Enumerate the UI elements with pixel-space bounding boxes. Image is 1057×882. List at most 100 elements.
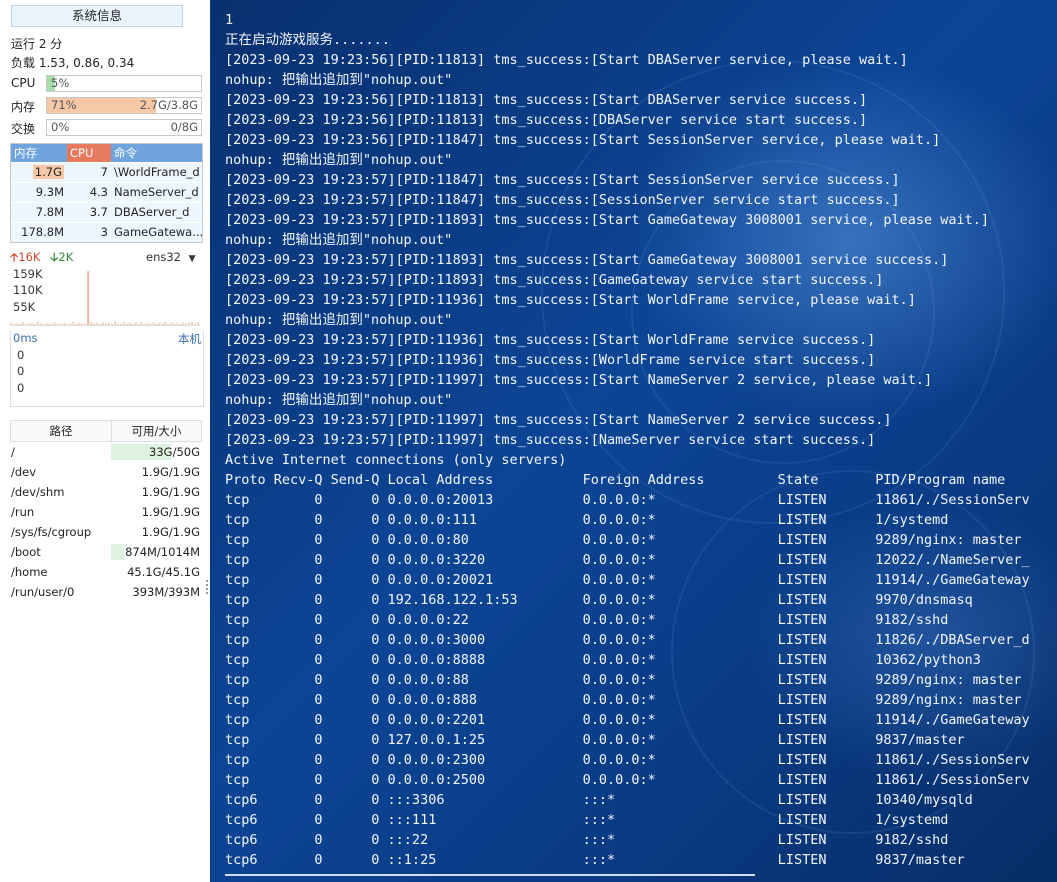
- traffic-bar: [96, 322, 99, 325]
- disk-path: /sys/fs/cgroup: [11, 525, 92, 539]
- traffic-bar: [33, 323, 36, 325]
- terminal-output[interactable]: 1 正在启动游戏服务....... [2023-09-23 19:23:56][PI…: [211, 0, 1057, 882]
- table-row[interactable]: 1.7G 7 \WorldFrame_d: [11, 162, 202, 182]
- disk-size-text: 45.1G/45.1G: [127, 565, 200, 579]
- load-average-text: 负载 1.53, 0.86, 0.34: [11, 56, 135, 70]
- column-header-command[interactable]: 命令: [111, 144, 202, 162]
- traffic-bar: [24, 323, 27, 325]
- terminal-line: tcp 0 0 0.0.0.0:8888 0.0.0.0:* LISTEN 10…: [225, 652, 981, 668]
- terminal-line: tcp6 0 0 :::3306 :::* LISTEN 10340/mysql…: [225, 792, 973, 808]
- terminal-line: [2023-09-23 19:23:57][PID:11936] tms_suc…: [225, 332, 876, 348]
- traffic-bar: [167, 323, 170, 325]
- graph-y-label: 110K: [13, 283, 43, 297]
- traffic-bar: [125, 323, 128, 325]
- terminal-line: tcp 0 0 0.0.0.0:22 0.0.0.0:* LISTEN 9182…: [225, 612, 949, 628]
- column-header-path[interactable]: 路径: [11, 421, 112, 441]
- cpu-meter: 5%: [46, 75, 202, 92]
- process-command: NameServer_d: [114, 185, 199, 199]
- disk-size: 1.9G/1.9G: [111, 502, 202, 522]
- column-header-size[interactable]: 可用/大小: [112, 421, 201, 441]
- table-row[interactable]: 178.8M 3 GameGatewa...: [11, 222, 202, 242]
- traffic-bar: [122, 322, 125, 325]
- disk-path: /dev/shm: [11, 485, 65, 499]
- traffic-bar: [134, 322, 137, 325]
- terminal-line: [2023-09-23 19:23:56][PID:11847] tms_suc…: [225, 132, 941, 148]
- system-info-panel: 系统信息 运行 2 分 负载 1.53, 0.86, 0.34 CPU 5% 内…: [0, 0, 210, 882]
- traffic-bar: [66, 323, 69, 325]
- traffic-bar: [146, 322, 149, 325]
- process-memory: 9.3M: [35, 185, 64, 199]
- uptime-text: 运行 2 分: [11, 37, 63, 51]
- table-row[interactable]: /home 45.1G/45.1G: [10, 562, 202, 582]
- memory-meter: 71% 2.7G/3.8G: [46, 97, 202, 114]
- traffic-bar: [197, 322, 199, 325]
- terminal-line: nohup: 把输出追加到"nohup.out": [225, 392, 453, 408]
- terminal-separator-line: [225, 874, 755, 882]
- disk-usage-bar: [111, 544, 124, 560]
- traffic-bar: [110, 323, 113, 325]
- traffic-bar: [140, 321, 143, 325]
- traffic-bar: [90, 322, 93, 325]
- terminal-line: nohup: 把输出追加到"nohup.out": [225, 152, 453, 168]
- terminal-line: 1: [225, 12, 234, 28]
- terminal-line: [2023-09-23 19:23:57][PID:11847] tms_suc…: [225, 172, 900, 188]
- traffic-bar: [81, 323, 84, 325]
- traffic-bar: [155, 323, 158, 325]
- latency-host-link[interactable]: 本机: [178, 331, 201, 347]
- process-command: DBAServer_d: [114, 205, 190, 219]
- terminal-line: [2023-09-23 19:23:57][PID:11997] tms_suc…: [225, 432, 876, 448]
- network-stats: 🡡16K 🡣2K ens32 ▼: [10, 250, 202, 266]
- traffic-bar: [182, 322, 185, 325]
- network-monitor: 🡡16K 🡣2K ens32 ▼ 159K 110K 55K: [10, 250, 202, 326]
- system-info-button[interactable]: 系统信息: [11, 5, 183, 27]
- cpu-meter-label: CPU: [11, 76, 36, 90]
- process-memory-text: 1.7G: [32, 165, 64, 179]
- graph-y-label: 55K: [13, 300, 36, 314]
- terminal-line: tcp6 0 0 :::111 :::* LISTEN 1/systemd: [225, 812, 949, 828]
- table-row[interactable]: /dev/shm 1.9G/1.9G: [10, 482, 202, 502]
- terminal-line: [2023-09-23 19:23:57][PID:11847] tms_suc…: [225, 192, 900, 208]
- traffic-bar: [161, 323, 164, 325]
- disk-table-header: 路径 可用/大小: [10, 420, 202, 442]
- table-row[interactable]: 7.8M 3.7 DBAServer_d: [11, 202, 202, 222]
- terminal-line: [2023-09-23 19:23:56][PID:11813] tms_suc…: [225, 52, 908, 68]
- traffic-bar: [51, 323, 54, 325]
- table-row[interactable]: /dev 1.9G/1.9G: [10, 462, 202, 482]
- traffic-bar: [84, 323, 87, 325]
- traffic-bar: [99, 323, 102, 325]
- column-header-memory[interactable]: 内存: [11, 144, 67, 162]
- graph-y-label: 159K: [13, 267, 43, 281]
- disk-path: /boot: [11, 545, 41, 559]
- traffic-bar: [173, 323, 176, 325]
- table-row[interactable]: / 33G/50G: [10, 442, 202, 462]
- memory-meter-percent: 71%: [51, 98, 77, 112]
- terminal-line: tcp 0 0 0.0.0.0:80 0.0.0.0:* LISTEN 9289…: [225, 532, 1022, 548]
- traffic-bar: [107, 322, 110, 325]
- terminal-line: tcp 0 0 0.0.0.0:2500 0.0.0.0:* LISTEN 11…: [225, 772, 1030, 788]
- traffic-bar: [60, 323, 63, 325]
- traffic-bar: [158, 322, 161, 325]
- terminal-line: nohup: 把输出追加到"nohup.out": [225, 72, 453, 88]
- table-row[interactable]: /sys/fs/cgroup 1.9G/1.9G: [10, 522, 202, 542]
- disk-table: 路径 可用/大小 / 33G/50G /dev 1.9G/1.9G /dev/shm…: [10, 420, 202, 602]
- process-table-header: 内存 CPU 命令: [11, 144, 202, 162]
- swap-meter-label: 交换: [11, 122, 36, 136]
- traffic-bar: [119, 323, 122, 325]
- table-row[interactable]: 9.3M 4.3 NameServer_d: [11, 182, 202, 202]
- traffic-bar: [102, 322, 104, 325]
- traffic-bar: [149, 323, 152, 325]
- panel-resize-handle[interactable]: [206, 578, 209, 596]
- traffic-bar: [69, 323, 72, 325]
- table-row[interactable]: /boot 874M/1014M: [10, 542, 202, 562]
- interface-select[interactable]: ens32 ▼: [146, 250, 196, 264]
- table-row[interactable]: /run/user/0 393M/393M: [10, 582, 202, 602]
- upload-speed: 16K: [18, 250, 41, 264]
- process-command: \WorldFrame_d: [114, 165, 200, 179]
- terminal-line: 正在启动游戏服务.......: [225, 32, 390, 48]
- table-row[interactable]: /run 1.9G/1.9G: [10, 502, 202, 522]
- column-header-cpu[interactable]: CPU: [67, 144, 111, 162]
- traffic-bar: [105, 323, 107, 325]
- disk-size: 1.9G/1.9G: [111, 482, 202, 502]
- disk-path: /run: [11, 505, 35, 519]
- process-command: GameGatewa...: [114, 225, 202, 239]
